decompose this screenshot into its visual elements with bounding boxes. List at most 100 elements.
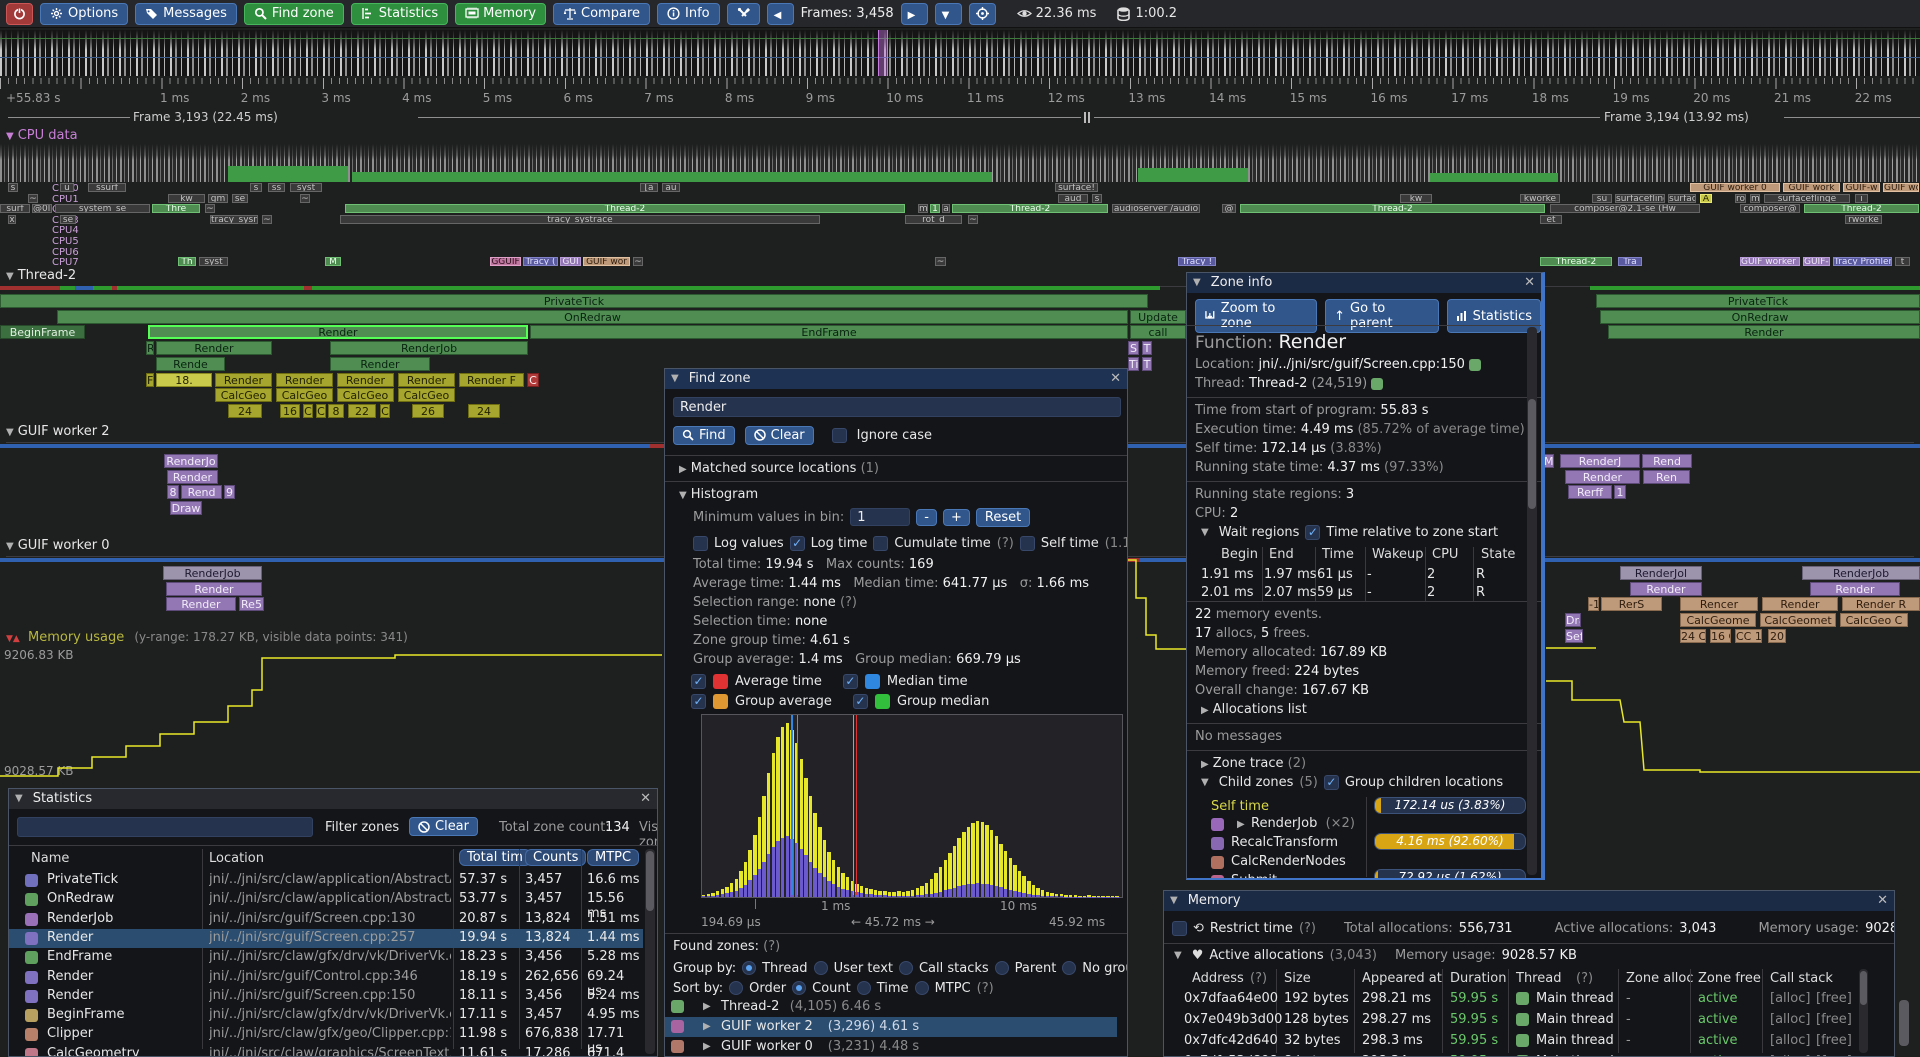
- cpu-zone-chip[interactable]: surfac: [1668, 194, 1696, 203]
- memory-usage-header[interactable]: ▼▲ Memory usage (y-range: 178.27 KB, vis…: [6, 630, 408, 645]
- col-mtpc[interactable]: MTPC: [587, 849, 639, 866]
- down-button[interactable]: ▼: [935, 3, 962, 25]
- zone-info-scrollbar[interactable]: [1527, 327, 1537, 875]
- power-button[interactable]: [6, 3, 33, 25]
- timeline-zone[interactable]: Render: [330, 357, 430, 371]
- col-total-time[interactable]: Total tim: [459, 849, 531, 866]
- cpu-zone-chip[interactable]: system_se: [55, 204, 150, 213]
- timeline-zone[interactable]: 16: [280, 404, 300, 418]
- table-row[interactable]: BeginFramejni/../jni/src/claw/gfx/drv/vk…: [9, 1006, 643, 1025]
- min-bin-input[interactable]: [850, 508, 910, 526]
- memory-button[interactable]: Memory: [455, 3, 546, 25]
- cpu-zone-chip[interactable]: Thread-2: [1804, 204, 1919, 213]
- histogram-toggle[interactable]: ▼Histogram: [679, 487, 758, 502]
- table-row[interactable]: 0x7dfc42d64032 bytes298.3 ms59.95 sMain …: [1164, 1031, 1854, 1052]
- clear-button[interactable]: Clear: [745, 426, 814, 445]
- find-zone-titlebar[interactable]: ▼Find zone ✕: [665, 369, 1127, 389]
- sort-by-radio-order[interactable]: [729, 981, 743, 995]
- group-average-checkbox[interactable]: ✓: [691, 694, 706, 709]
- timeline-zone[interactable]: 9: [224, 485, 235, 499]
- cpu-zone-chip[interactable]: surfaceflinge: [1764, 194, 1850, 203]
- cpu-zone-chip[interactable]: ~: [633, 257, 643, 266]
- cpu-zone-chip[interactable]: composer@2.1-se (Hw: [1550, 204, 1700, 213]
- cpu-zone-chip[interactable]: rot_d: [905, 215, 962, 224]
- timeline-zone[interactable]: RenderJob: [330, 341, 528, 355]
- cpu-zone-chip[interactable]: composer@: [1740, 204, 1800, 213]
- timeline-zone[interactable]: 24 C: [1680, 629, 1706, 643]
- cpu-zone-chip[interactable]: Tracy Profiler: [1833, 257, 1892, 266]
- zone-info-titlebar[interactable]: ▼Zone info ✕: [1187, 273, 1541, 293]
- cpu-zone-chip[interactable]: Tracy (: [523, 257, 558, 266]
- cpu-zone-chip[interactable]: GUIF-w: [1843, 183, 1880, 192]
- cpu-zone-chip[interactable]: M: [325, 257, 341, 266]
- timeline-zone[interactable]: Render: [166, 582, 262, 596]
- median-time-checkbox[interactable]: ✓: [843, 674, 858, 689]
- cpu-zone-chip[interactable]: @: [1222, 204, 1236, 213]
- log-values-checkbox[interactable]: [693, 536, 708, 551]
- timeline-zone[interactable]: 8: [167, 485, 179, 499]
- timeline-zone[interactable]: PrivateTick: [1596, 294, 1920, 308]
- timeline-zone[interactable]: Rend: [181, 485, 222, 499]
- cpu-zone-chip[interactable]: a: [942, 204, 950, 213]
- table-row[interactable]: 0x7dfc53d8988 bytes298.34 ms59.95 sMain …: [1164, 1052, 1854, 1057]
- cpu-zone-chip[interactable]: s: [250, 183, 262, 192]
- timeline-zone[interactable]: Render R: [1842, 597, 1920, 611]
- timeline-zone[interactable]: Render: [167, 470, 218, 484]
- timeline-zone[interactable]: CalcGeo: [215, 388, 272, 402]
- cpu-zone-chip[interactable]: et: [1540, 215, 1562, 224]
- timeline-zone[interactable]: RenderJ: [1560, 454, 1640, 468]
- close-icon[interactable]: ✕: [640, 789, 651, 809]
- bin-minus-button[interactable]: -: [916, 509, 937, 526]
- timeline-zone[interactable]: Render: [156, 341, 272, 355]
- timeline-zone[interactable]: CalcGeo C: [1840, 613, 1908, 627]
- cpu-zone-chip[interactable]: ~: [968, 215, 978, 224]
- timeline-zone[interactable]: RenderJo: [164, 454, 218, 468]
- timeline-zone[interactable]: C: [303, 404, 313, 418]
- statistics-scrollbar[interactable]: [645, 849, 655, 1054]
- cpu-zone-chip[interactable]: GUIF work: [1783, 183, 1840, 192]
- options-button[interactable]: _SP_Options: [40, 3, 128, 25]
- cpu-zone-chip[interactable]: ~: [205, 204, 215, 213]
- timeline-zone[interactable]: OnRedraw: [57, 310, 1128, 324]
- expand-arrow-icon[interactable]: ▶: [703, 1021, 711, 1032]
- thread-color-swatch[interactable]: [1371, 378, 1383, 390]
- child-zone-name[interactable]: Submit: [1231, 873, 1277, 880]
- cpu-zone-chip[interactable]: x: [8, 215, 16, 224]
- next-frame-button[interactable]: ▶: [901, 3, 928, 25]
- cpu-zone-chip[interactable]: kw: [168, 194, 205, 203]
- timeline-zone[interactable]: call: [1130, 325, 1186, 339]
- group-median-checkbox[interactable]: ✓: [853, 694, 868, 709]
- cpu-zone-chip[interactable]: audioserver /audio: [1112, 204, 1200, 213]
- allocations-list-toggle[interactable]: ▶Allocations list: [1201, 702, 1307, 717]
- timeline-zone[interactable]: 22: [348, 404, 376, 418]
- memory-titlebar[interactable]: ▼Memory ✕: [1164, 891, 1894, 911]
- cpu-zone-chip[interactable]: s: [8, 183, 18, 192]
- expand-arrow-icon[interactable]: ▶: [703, 1041, 711, 1052]
- timeline-zone[interactable]: CalcGeo: [276, 388, 333, 402]
- memory-col-thread[interactable]: Thread: [1516, 971, 1561, 986]
- timeline-zone[interactable]: Ren: [1643, 470, 1690, 484]
- close-icon[interactable]: ✕: [1524, 273, 1535, 293]
- timeline-zone[interactable]: Render: [398, 373, 455, 387]
- bin-reset-button[interactable]: Reset: [976, 508, 1030, 527]
- table-row[interactable]: OnRedrawjni/../jni/src/claw/application/…: [9, 890, 643, 909]
- timeline-zone[interactable]: F: [146, 373, 154, 387]
- timeline-zone[interactable]: Render: [1608, 325, 1920, 339]
- cpu-zone-chip[interactable]: tracy_systrace: [340, 215, 820, 224]
- find-zone-search-input[interactable]: [673, 397, 1121, 417]
- info-button[interactable]: Info: [657, 3, 720, 25]
- timeline-zone[interactable]: Render: [1630, 582, 1702, 596]
- cpu-zone-chip[interactable]: kw: [1400, 194, 1432, 203]
- table-row[interactable]: EndFramejni/../jni/src/claw/gfx/drv/vk/D…: [9, 948, 643, 967]
- timeline-zone[interactable]: CalcGeomet: [1760, 613, 1836, 627]
- timeline-zone[interactable]: Sef: [1565, 629, 1583, 643]
- group-by-radio-thread[interactable]: [742, 961, 756, 975]
- timeline-zone[interactable]: C: [316, 404, 326, 418]
- timeline-zone[interactable]: 18.: [156, 373, 212, 387]
- table-row[interactable]: Renderjni/../jni/src/guif/Screen.cpp:257…: [9, 929, 643, 948]
- timeline-zone[interactable]: Draw: [170, 501, 202, 515]
- timeline-zone[interactable]: RerS: [1601, 597, 1662, 611]
- cpu-zone-chip[interactable]: gm: [208, 194, 228, 203]
- memory-col-duration[interactable]: Duration: [1450, 971, 1506, 986]
- memory-scrollbar[interactable]: [1859, 969, 1868, 1053]
